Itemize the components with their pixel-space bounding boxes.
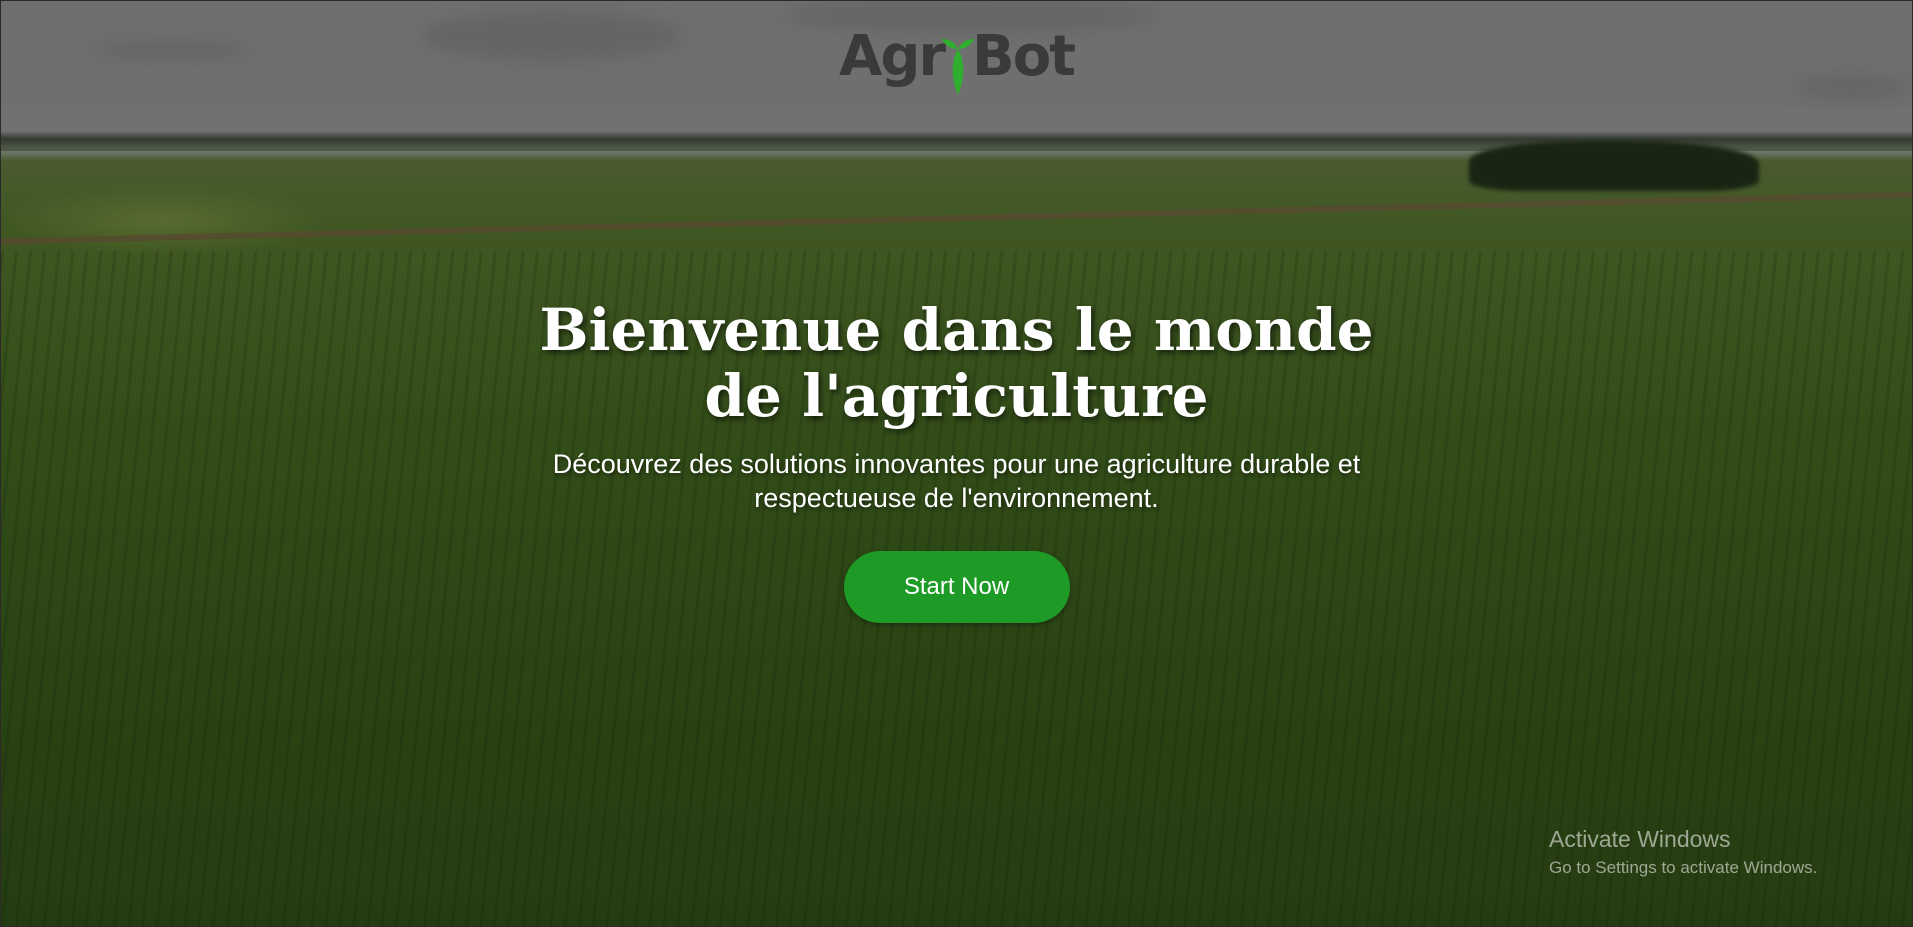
page: Agr Bot Bienvenue dans le monde de l'agr… <box>0 0 1913 927</box>
leaf-icon <box>942 27 975 95</box>
logo-text-right: Bot <box>972 23 1076 89</box>
agribot-logo[interactable]: Agr Bot <box>839 19 1076 95</box>
start-now-button[interactable]: Start Now <box>843 551 1070 623</box>
logo-text-left: Agr <box>839 23 946 89</box>
navbar: Agr Bot <box>1 1 1912 106</box>
hero-title: Bienvenue dans le monde de l'agriculture <box>539 296 1374 430</box>
watermark-title: Activate Windows <box>1549 826 1731 852</box>
windows-activation-watermark: Activate Windows Go to Settings to activ… <box>1549 825 1817 879</box>
watermark-subtitle: Go to Settings to activate Windows. <box>1549 858 1818 877</box>
hero-subtitle: Découvrez des solutions innovantes pour … <box>552 449 1361 513</box>
hero-section: Bienvenue dans le monde de l'agriculture… <box>1 297 1912 623</box>
